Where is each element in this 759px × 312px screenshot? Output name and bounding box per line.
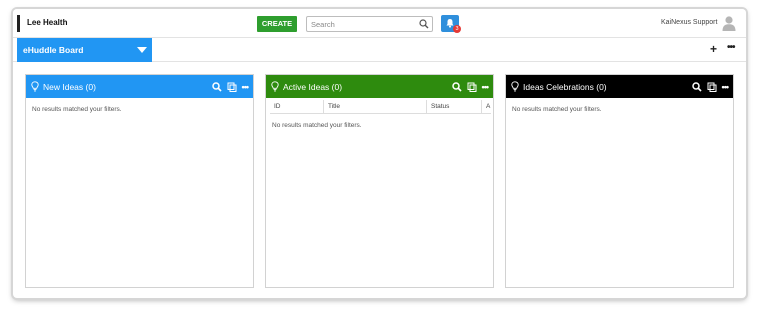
panel-active-ideas: Active Ideas (0) ••• ID Title Status A N… <box>265 74 494 288</box>
empty-message: No results matched your filters. <box>32 106 122 113</box>
user-name[interactable]: KaiNexus Support <box>661 19 717 26</box>
bulb-icon <box>511 81 519 92</box>
bulb-icon <box>271 81 279 92</box>
panel-title: Ideas Celebrations (0) <box>523 82 607 92</box>
column-header-a[interactable]: A <box>482 100 491 114</box>
panel-header: Ideas Celebrations (0) ••• <box>506 75 733 98</box>
bulb-icon <box>31 81 39 92</box>
search-icon[interactable] <box>451 81 462 92</box>
notification-badge: 3 <box>453 25 461 33</box>
more-icon[interactable]: ••• <box>722 82 730 91</box>
add-icon[interactable]: + <box>710 43 717 55</box>
panel-title: Active Ideas (0) <box>283 82 343 92</box>
copy-icon[interactable] <box>467 82 477 92</box>
search-box <box>306 16 433 32</box>
panel-tools: ••• <box>691 81 730 92</box>
board-name: eHuddle Board <box>23 45 84 55</box>
org-name[interactable]: Lee Health <box>27 18 67 27</box>
column-header-id[interactable]: ID <box>270 100 324 114</box>
caret-down-icon <box>137 47 147 53</box>
org-accent-bar <box>17 15 20 32</box>
more-icon[interactable]: ••• <box>242 82 250 91</box>
panel-title: New Ideas (0) <box>43 82 96 92</box>
grid-header: ID Title Status A <box>270 100 491 114</box>
app-window: Lee Health CREATE 3 KaiNexus Support eHu… <box>13 9 746 298</box>
copy-icon[interactable] <box>707 82 717 92</box>
more-icon[interactable]: ••• <box>482 82 490 91</box>
copy-icon[interactable] <box>227 82 237 92</box>
column-header-status[interactable]: Status <box>427 100 482 114</box>
empty-message: No results matched your filters. <box>272 122 362 129</box>
create-button[interactable]: CREATE <box>257 16 297 32</box>
search-input[interactable] <box>311 19 411 29</box>
top-bar: Lee Health CREATE 3 KaiNexus Support <box>13 9 746 38</box>
board-bar: eHuddle Board + ••• <box>13 38 746 62</box>
avatar-icon[interactable] <box>722 15 736 31</box>
panel-ideas-celebrations: Ideas Celebrations (0) ••• No results ma… <box>505 74 734 288</box>
panel-header: New Ideas (0) ••• <box>26 75 253 98</box>
board-selector[interactable]: eHuddle Board <box>17 38 152 62</box>
panel-tools: ••• <box>451 81 490 92</box>
column-header-title[interactable]: Title <box>324 100 427 114</box>
panel-tools: ••• <box>211 81 250 92</box>
search-icon[interactable] <box>419 19 429 29</box>
more-icon[interactable]: ••• <box>727 42 735 53</box>
search-icon[interactable] <box>691 81 702 92</box>
notifications-button[interactable]: 3 <box>441 15 461 33</box>
panel-header: Active Ideas (0) ••• <box>266 75 493 98</box>
search-icon[interactable] <box>211 81 222 92</box>
panel-new-ideas: New Ideas (0) ••• No results matched you… <box>25 74 254 288</box>
empty-message: No results matched your filters. <box>512 106 602 113</box>
